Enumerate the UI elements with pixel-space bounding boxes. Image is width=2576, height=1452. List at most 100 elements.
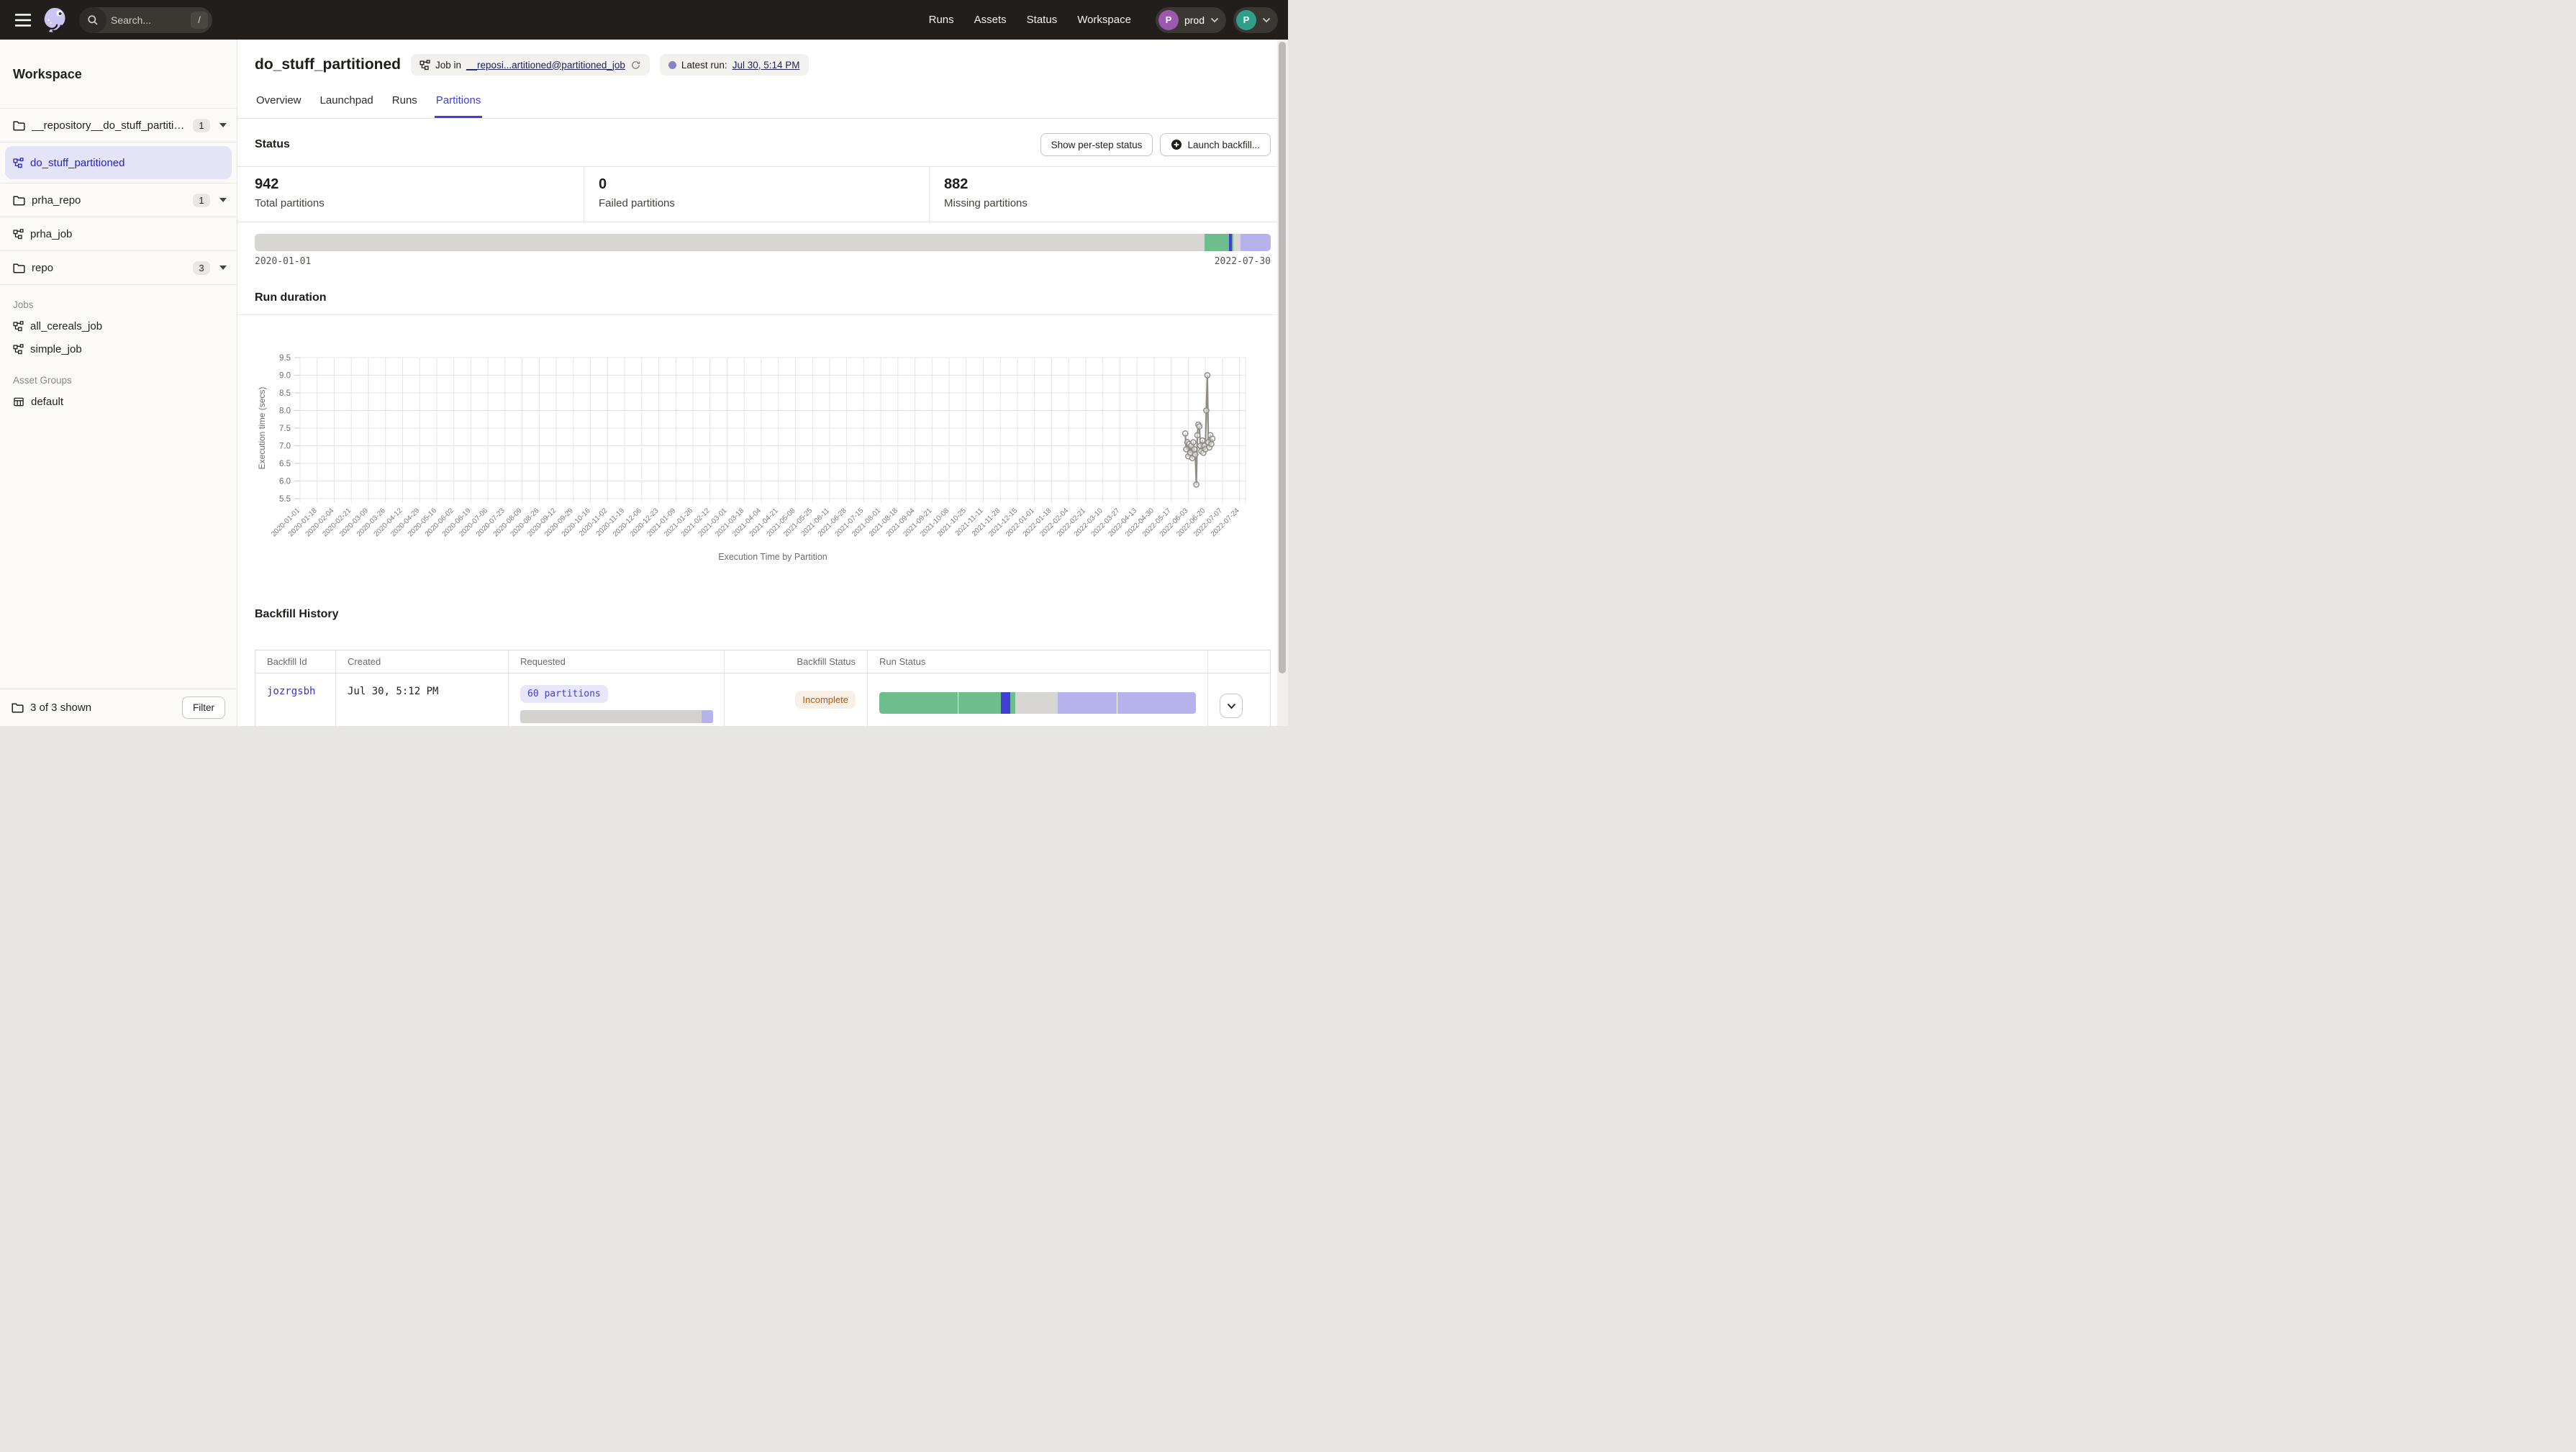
shown-count-label: 3 of 3 shown [30, 702, 176, 714]
bar-segment [1241, 234, 1271, 251]
user-avatar: P [1236, 10, 1256, 30]
svg-text:6.0: 6.0 [279, 478, 291, 486]
chevron-down-icon [1262, 17, 1271, 23]
column-header-requested: Requested [509, 650, 725, 673]
launch-backfill-button[interactable]: Launch backfill... [1160, 133, 1271, 156]
sidebar-item-prha_job[interactable]: prha_job [0, 217, 237, 251]
stat-failed-partitions: 0 Failed partitions [584, 167, 929, 222]
run-status-dot [668, 61, 676, 69]
show-per-step-status-button[interactable]: Show per-step status [1040, 133, 1153, 156]
workspace-sidebar: Workspace __repository__do_stuff_partiti… [0, 40, 237, 726]
column-header-actions [1208, 650, 1270, 673]
job-icon [13, 321, 24, 332]
svg-text:7.5: 7.5 [279, 425, 291, 433]
hamburger-menu-icon[interactable] [14, 11, 33, 30]
sidebar-item-repo[interactable]: repo 3 [0, 251, 237, 285]
dagster-logo[interactable] [40, 6, 69, 35]
search-shortcut-key: / [191, 12, 208, 29]
svg-text:6.5: 6.5 [279, 460, 291, 468]
scrollbar-thumb[interactable] [1279, 42, 1286, 673]
user-menu[interactable]: P [1233, 7, 1278, 33]
bar-segment [520, 710, 702, 723]
nav-link-workspace[interactable]: Workspace [1077, 14, 1131, 26]
folder-icon [13, 263, 25, 273]
scrollbar [1277, 40, 1288, 726]
tab-runs[interactable]: Runs [391, 94, 419, 118]
caret-down-icon[interactable] [219, 123, 227, 127]
nav-link-status[interactable]: Status [1027, 14, 1058, 26]
sidebar-section-label: Jobs [0, 299, 237, 310]
sidebar-item-prha_repo[interactable]: prha_repo 1 [0, 183, 237, 217]
bar-segment [1058, 692, 1116, 714]
caret-down-icon[interactable] [219, 266, 227, 270]
plus-circle-icon [1171, 139, 1182, 150]
run-status-bar[interactable] [879, 692, 1196, 714]
stat-missing-partitions: 882 Missing partitions [929, 167, 1288, 222]
svg-text:9.0: 9.0 [279, 372, 291, 381]
bar-segment [702, 710, 713, 723]
tab-overview[interactable]: Overview [255, 94, 303, 118]
latest-run-label: Latest run: [681, 60, 727, 71]
item-count-badge: 1 [193, 119, 210, 132]
status-section-header: Status Show per-step status Launch backf… [237, 133, 1288, 156]
expand-row-button[interactable] [1220, 694, 1243, 718]
table-row: jozrgsbhJul 30, 5:12 PM60 partitions 202… [255, 673, 1270, 726]
sidebar-item-__repository__do_stuff_partitio-[interactable]: __repository__do_stuff_partitio... 1 [0, 109, 237, 142]
chevron-down-icon [1227, 703, 1236, 709]
svg-text:5.5: 5.5 [279, 495, 291, 504]
run-duration-title: Run duration [237, 291, 1288, 304]
column-header-backfill-status: Backfill Status [725, 650, 868, 673]
partition-range-end: 2022-07-30 [1215, 256, 1271, 267]
deployment-switcher[interactable]: P prod [1156, 7, 1226, 33]
tab-bar: Overview Launchpad Runs Partitions [237, 94, 1288, 119]
refresh-icon[interactable] [630, 60, 641, 71]
deployment-avatar: P [1158, 10, 1179, 30]
global-search[interactable]: / [79, 7, 212, 33]
requested-partitions-badge[interactable]: 60 partitions [520, 685, 608, 703]
stat-value: 942 [255, 176, 584, 193]
stat-label: Failed partitions [599, 197, 929, 209]
deployment-name: prod [1184, 14, 1205, 26]
sidebar-item-default[interactable]: default [0, 390, 237, 413]
search-input[interactable] [106, 14, 191, 26]
svg-text:7.0: 7.0 [279, 443, 291, 451]
tab-launchpad[interactable]: Launchpad [319, 94, 375, 118]
job-icon [13, 344, 24, 355]
latest-run-link[interactable]: Jul 30, 5:14 PM [733, 60, 800, 71]
bar-segment [1117, 692, 1196, 714]
job-tag-link[interactable]: __reposi...artitioned@partitioned_job [466, 60, 625, 71]
bar-segment [879, 692, 958, 714]
folder-icon [13, 120, 25, 131]
nav-link-runs[interactable]: Runs [929, 14, 954, 26]
sidebar-sections: Jobs all_cereals_jobsimple_job Asset Group… [0, 285, 237, 413]
dagster-app: / Runs Assets Status Workspace P prod P Wor… [0, 0, 1288, 726]
item-count-badge: 3 [193, 261, 210, 275]
bar-segment [1010, 692, 1015, 714]
sidebar-item-all_cereals_job[interactable]: all_cereals_job [0, 314, 237, 337]
run-duration-chart: 5.56.06.57.07.58.08.59.09.52020-01-01202… [255, 324, 1269, 572]
job-icon [13, 229, 24, 240]
sidebar-item-do_stuff_partitioned[interactable]: do_stuff_partitioned [5, 146, 232, 179]
tab-partitions[interactable]: Partitions [435, 94, 483, 118]
top-navbar: / Runs Assets Status Workspace P prod P [0, 0, 1288, 40]
bar-segment [958, 692, 1002, 714]
sidebar-section-label: Asset Groups [0, 375, 237, 386]
sidebar-item-simple_job[interactable]: simple_job [0, 337, 237, 360]
backfill-id-link[interactable]: jozrgsbh [267, 686, 315, 697]
caret-down-icon[interactable] [219, 198, 227, 202]
filter-button[interactable]: Filter [182, 696, 225, 719]
partition-status-bar[interactable] [255, 234, 1271, 251]
stat-total-partitions: 942 Total partitions [237, 167, 584, 222]
job-tag: Job in __reposi...artitioned@partitioned… [411, 54, 650, 76]
chevron-down-icon [1210, 17, 1219, 23]
sidebar-items: __repository__do_stuff_partitio... 1 do_… [0, 109, 237, 285]
nav-link-assets[interactable]: Assets [974, 14, 1007, 26]
partition-stats: 942 Total partitions0 Failed partitions8… [237, 166, 1288, 222]
status-section-title: Status [255, 138, 1040, 151]
sidebar-footer: 3 of 3 shown Filter [0, 689, 237, 726]
sidebar-title: Workspace [0, 40, 237, 109]
table-header-row: Backfill IdCreatedRequestedBackfill Stat… [255, 650, 1270, 673]
latest-run-tag: Latest run: Jul 30, 5:14 PM [660, 54, 809, 76]
item-count-badge: 1 [193, 194, 210, 207]
svg-text:8.0: 8.0 [279, 407, 291, 416]
